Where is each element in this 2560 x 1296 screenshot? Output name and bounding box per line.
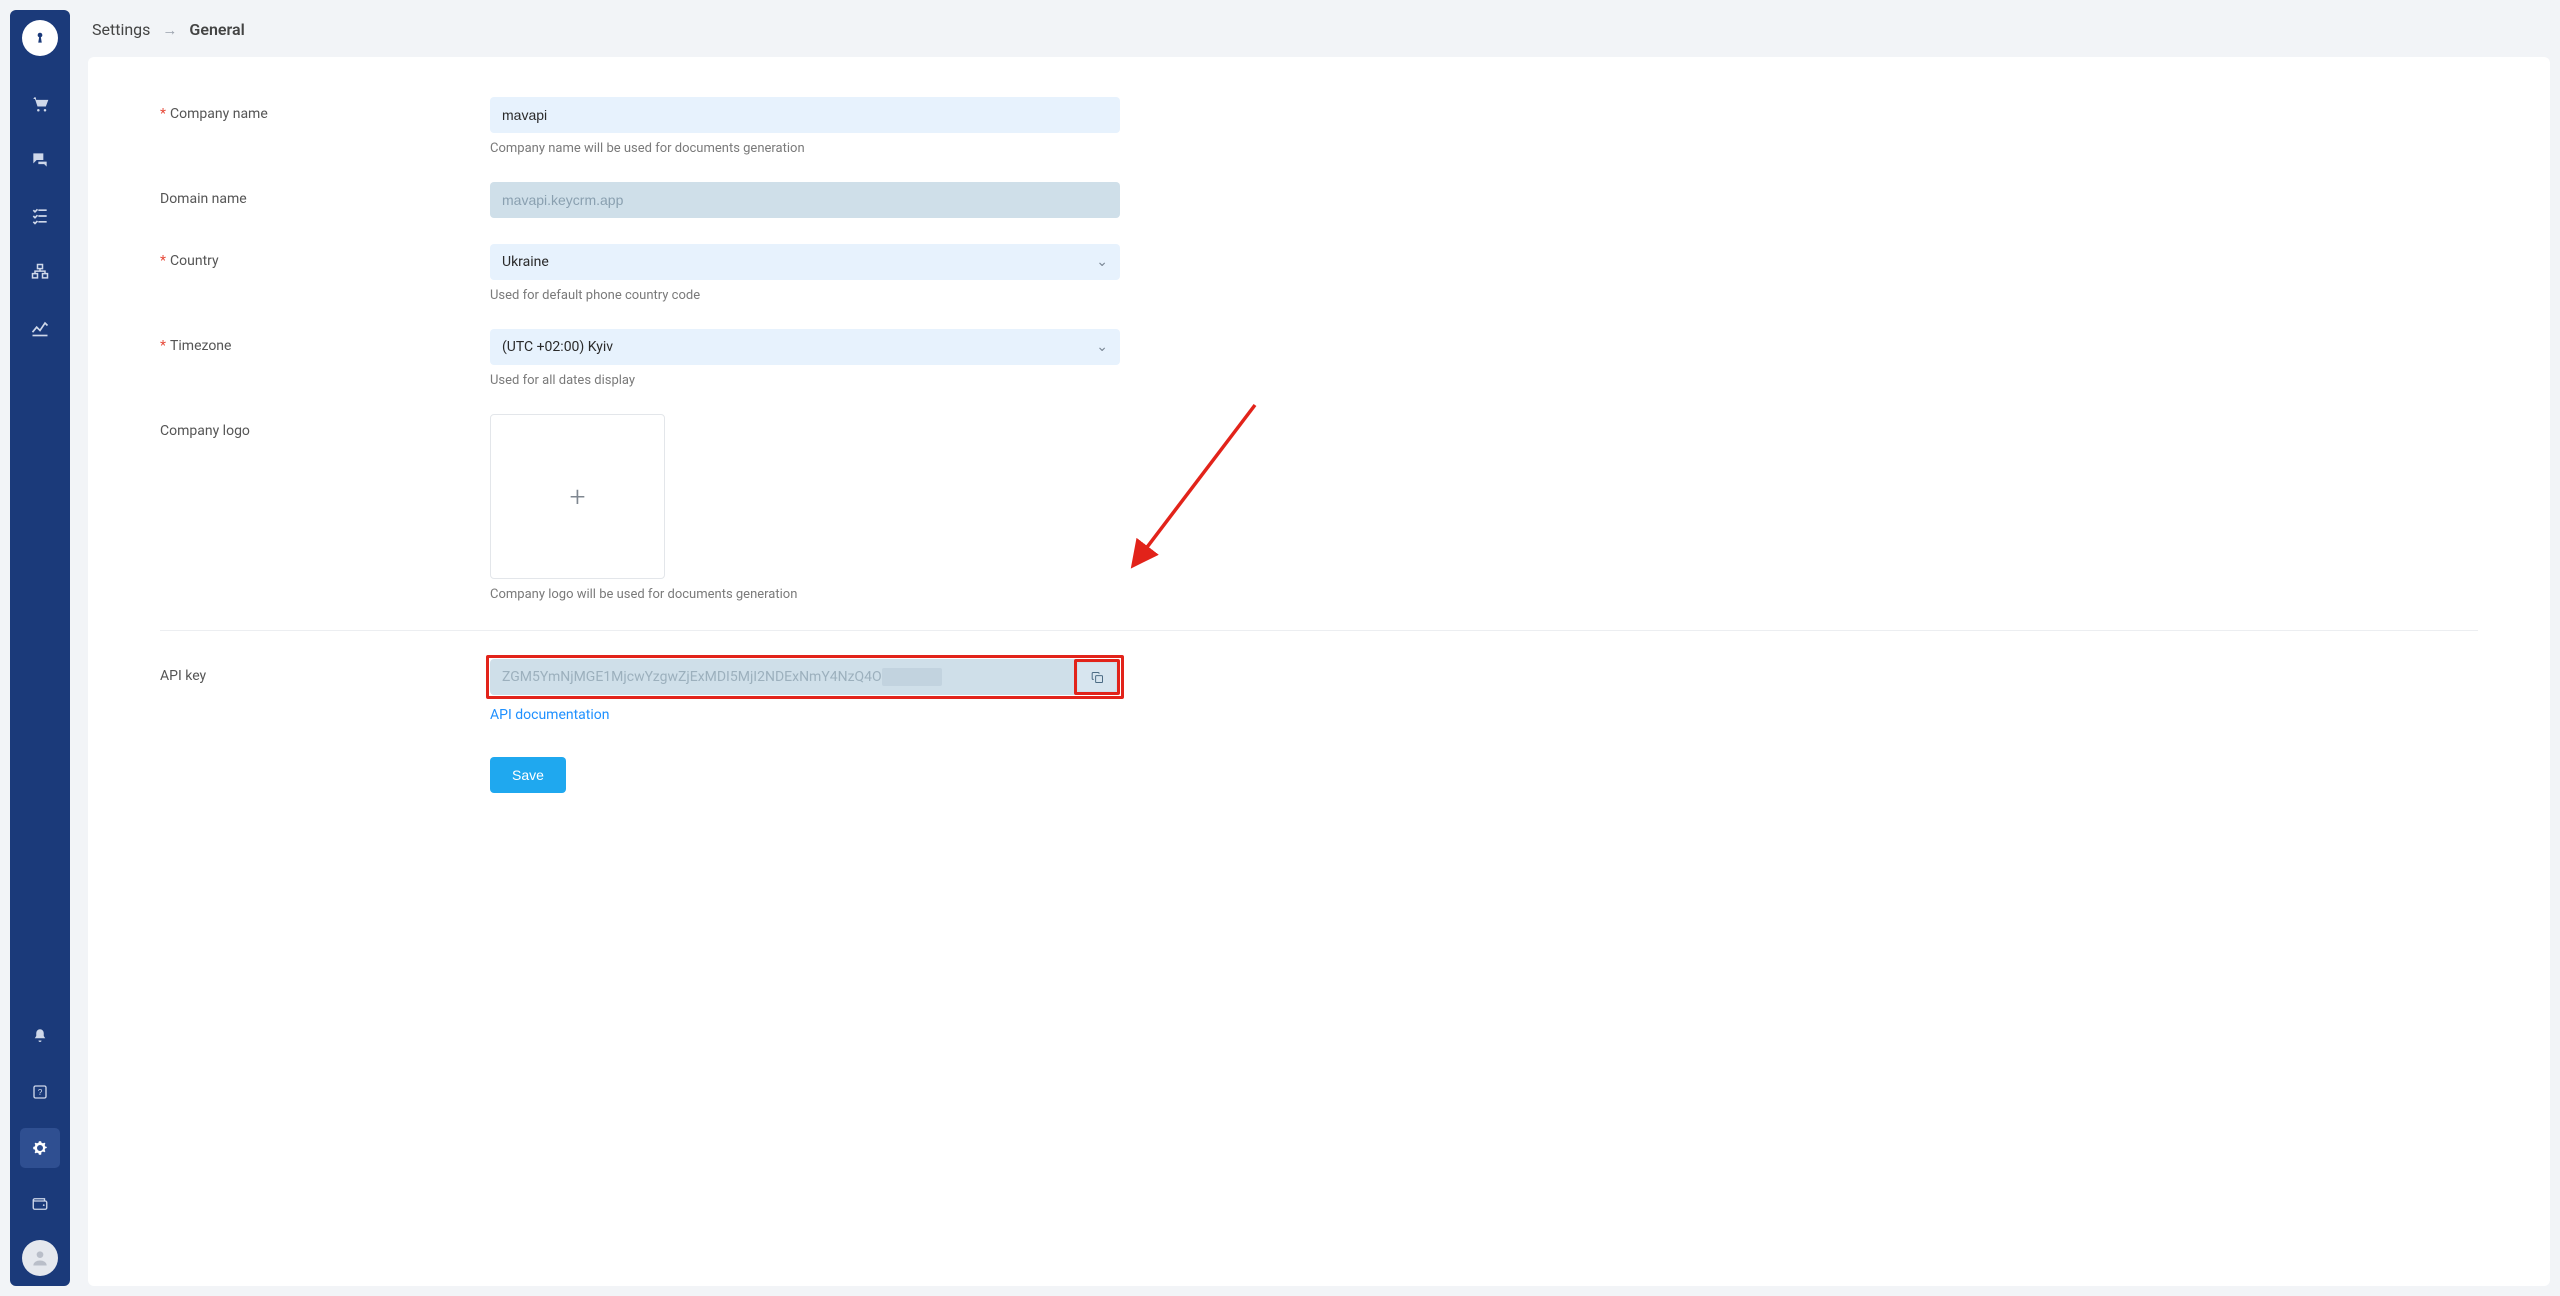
domain-name-input bbox=[490, 182, 1120, 218]
svg-text:?: ? bbox=[38, 1088, 43, 1097]
company-logo-label: Company logo bbox=[160, 414, 490, 439]
sidebar-item-help[interactable]: ? bbox=[20, 1072, 60, 1112]
analytics-icon bbox=[30, 318, 50, 338]
domain-name-label: Domain name bbox=[160, 182, 490, 207]
checklist-icon bbox=[30, 206, 50, 226]
company-name-label: *Company name bbox=[160, 97, 490, 122]
country-select[interactable]: Ukraine ⌄ bbox=[490, 244, 1120, 280]
save-button[interactable]: Save bbox=[490, 757, 566, 793]
api-key-label: API key bbox=[160, 659, 490, 684]
sidebar-item-billing[interactable] bbox=[20, 1184, 60, 1224]
timezone-label: *Timezone bbox=[160, 329, 490, 354]
app-logo[interactable] bbox=[22, 20, 58, 56]
country-selected-value: Ukraine bbox=[502, 254, 549, 270]
help-icon: ? bbox=[31, 1083, 49, 1101]
sidebar-item-orders[interactable] bbox=[20, 84, 60, 124]
chat-icon bbox=[30, 150, 50, 170]
country-label: *Country bbox=[160, 244, 490, 269]
sidebar-item-conversations[interactable] bbox=[20, 140, 60, 180]
settings-general-card: *Company name Company name will be used … bbox=[88, 57, 2550, 1286]
timezone-help: Used for all dates display bbox=[490, 373, 1120, 388]
timezone-select[interactable]: (UTC +02:00) Kyiv ⌄ bbox=[490, 329, 1120, 365]
copy-api-key-button[interactable] bbox=[1078, 663, 1116, 691]
wallet-icon bbox=[31, 1195, 49, 1213]
company-logo-help: Company logo will be used for documents … bbox=[490, 587, 1120, 602]
sidebar-item-analytics[interactable] bbox=[20, 308, 60, 348]
sidebar-item-warehouse[interactable] bbox=[20, 252, 60, 292]
user-avatar[interactable] bbox=[22, 1240, 58, 1276]
cart-icon bbox=[30, 94, 50, 114]
org-icon bbox=[30, 262, 50, 282]
company-name-input[interactable] bbox=[490, 97, 1120, 133]
company-logo-upload[interactable]: + bbox=[490, 414, 665, 579]
chevron-right-icon: → bbox=[162, 21, 177, 39]
chevron-down-icon: ⌄ bbox=[1096, 254, 1108, 270]
api-key-mask bbox=[882, 668, 942, 686]
user-icon bbox=[30, 1248, 50, 1268]
country-help: Used for default phone country code bbox=[490, 288, 1120, 303]
breadcrumb-current: General bbox=[189, 20, 244, 39]
api-documentation-link[interactable]: API documentation bbox=[490, 707, 610, 723]
bell-icon bbox=[31, 1027, 49, 1045]
chevron-down-icon: ⌄ bbox=[1096, 339, 1108, 355]
copy-icon bbox=[1090, 670, 1105, 685]
keyhole-icon bbox=[33, 29, 47, 47]
breadcrumb-parent[interactable]: Settings bbox=[92, 20, 150, 39]
api-key-field: ZGM5YmNjMGE1MjcwYzgwZjExMDI5MjI2NDExNmY4… bbox=[490, 659, 1120, 695]
sidebar-item-settings[interactable] bbox=[20, 1128, 60, 1168]
breadcrumb: Settings → General bbox=[88, 10, 2550, 57]
sidebar-item-notifications[interactable] bbox=[20, 1016, 60, 1056]
plus-icon: + bbox=[570, 483, 586, 511]
timezone-selected-value: (UTC +02:00) Kyiv bbox=[502, 339, 613, 355]
company-name-help: Company name will be used for documents … bbox=[490, 141, 1120, 156]
sidebar-item-tasks[interactable] bbox=[20, 196, 60, 236]
gear-icon bbox=[31, 1139, 49, 1157]
section-divider bbox=[160, 630, 2478, 631]
sidebar: ? bbox=[10, 10, 70, 1286]
api-key-value: ZGM5YmNjMGE1MjcwYzgwZjExMDI5MjI2NDExNmY4… bbox=[502, 669, 882, 685]
